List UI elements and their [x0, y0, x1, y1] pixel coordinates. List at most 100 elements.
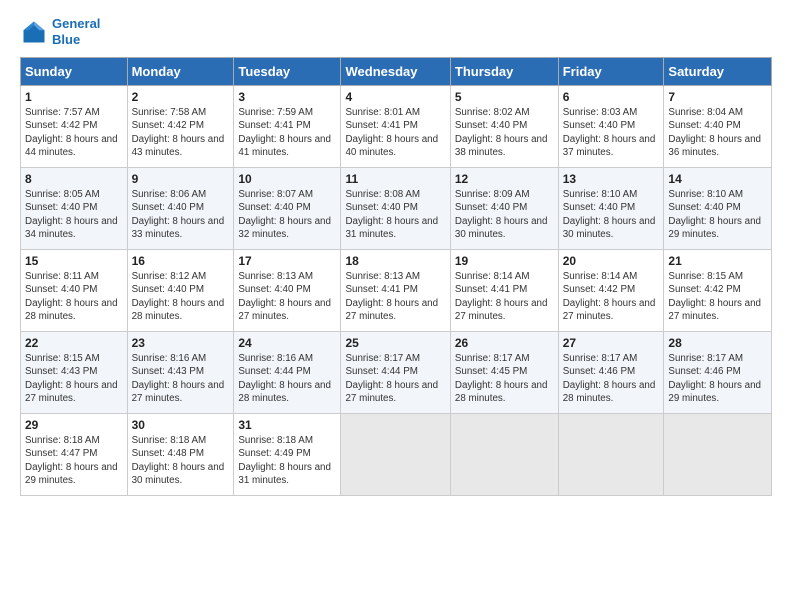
day-number: 26: [455, 336, 554, 350]
cell-info: Sunrise: 8:13 AMSunset: 4:41 PMDaylight:…: [345, 271, 438, 322]
calendar-cell: 11 Sunrise: 8:08 AMSunset: 4:40 PMDaylig…: [341, 168, 450, 250]
calendar-cell: 17 Sunrise: 8:13 AMSunset: 4:40 PMDaylig…: [234, 250, 341, 332]
calendar-cell: 27 Sunrise: 8:17 AMSunset: 4:46 PMDaylig…: [558, 332, 664, 414]
day-number: 2: [132, 90, 230, 104]
calendar-cell: 25 Sunrise: 8:17 AMSunset: 4:44 PMDaylig…: [341, 332, 450, 414]
day-number: 15: [25, 254, 123, 268]
calendar-cell: 3 Sunrise: 7:59 AMSunset: 4:41 PMDayligh…: [234, 86, 341, 168]
day-header: Monday: [127, 58, 234, 86]
day-header: Wednesday: [341, 58, 450, 86]
cell-info: Sunrise: 8:10 AMSunset: 4:40 PMDaylight:…: [668, 189, 761, 240]
calendar-cell: 23 Sunrise: 8:16 AMSunset: 4:43 PMDaylig…: [127, 332, 234, 414]
day-header: Sunday: [21, 58, 128, 86]
day-number: 14: [668, 172, 767, 186]
day-header: Friday: [558, 58, 664, 86]
page-container: General Blue SundayMondayTuesdayWednesda…: [0, 0, 792, 506]
logo-icon: [20, 18, 48, 46]
cell-info: Sunrise: 8:11 AMSunset: 4:40 PMDaylight:…: [25, 271, 118, 322]
cell-info: Sunrise: 8:17 AMSunset: 4:46 PMDaylight:…: [563, 353, 656, 404]
cell-info: Sunrise: 8:10 AMSunset: 4:40 PMDaylight:…: [563, 189, 656, 240]
cell-info: Sunrise: 8:03 AMSunset: 4:40 PMDaylight:…: [563, 107, 656, 158]
cell-info: Sunrise: 8:15 AMSunset: 4:43 PMDaylight:…: [25, 353, 118, 404]
calendar-cell: 22 Sunrise: 8:15 AMSunset: 4:43 PMDaylig…: [21, 332, 128, 414]
calendar-cell: 20 Sunrise: 8:14 AMSunset: 4:42 PMDaylig…: [558, 250, 664, 332]
calendar-cell: [558, 414, 664, 496]
cell-info: Sunrise: 8:18 AMSunset: 4:48 PMDaylight:…: [132, 435, 225, 486]
calendar-cell: 1 Sunrise: 7:57 AMSunset: 4:42 PMDayligh…: [21, 86, 128, 168]
day-number: 8: [25, 172, 123, 186]
day-header: Thursday: [450, 58, 558, 86]
header: General Blue: [20, 16, 772, 47]
cell-info: Sunrise: 7:59 AMSunset: 4:41 PMDaylight:…: [238, 107, 331, 158]
cell-info: Sunrise: 8:17 AMSunset: 4:46 PMDaylight:…: [668, 353, 761, 404]
calendar-cell: 26 Sunrise: 8:17 AMSunset: 4:45 PMDaylig…: [450, 332, 558, 414]
calendar-cell: 15 Sunrise: 8:11 AMSunset: 4:40 PMDaylig…: [21, 250, 128, 332]
day-number: 27: [563, 336, 660, 350]
cell-info: Sunrise: 8:16 AMSunset: 4:43 PMDaylight:…: [132, 353, 225, 404]
cell-info: Sunrise: 8:15 AMSunset: 4:42 PMDaylight:…: [668, 271, 761, 322]
logo-text: General Blue: [52, 16, 100, 47]
cell-info: Sunrise: 8:07 AMSunset: 4:40 PMDaylight:…: [238, 189, 331, 240]
calendar-cell: 24 Sunrise: 8:16 AMSunset: 4:44 PMDaylig…: [234, 332, 341, 414]
day-number: 10: [238, 172, 336, 186]
calendar-cell: 29 Sunrise: 8:18 AMSunset: 4:47 PMDaylig…: [21, 414, 128, 496]
calendar-cell: 31 Sunrise: 8:18 AMSunset: 4:49 PMDaylig…: [234, 414, 341, 496]
day-number: 13: [563, 172, 660, 186]
calendar-cell: 16 Sunrise: 8:12 AMSunset: 4:40 PMDaylig…: [127, 250, 234, 332]
calendar-cell: 13 Sunrise: 8:10 AMSunset: 4:40 PMDaylig…: [558, 168, 664, 250]
calendar-cell: 21 Sunrise: 8:15 AMSunset: 4:42 PMDaylig…: [664, 250, 772, 332]
cell-info: Sunrise: 8:05 AMSunset: 4:40 PMDaylight:…: [25, 189, 118, 240]
cell-info: Sunrise: 8:09 AMSunset: 4:40 PMDaylight:…: [455, 189, 548, 240]
logo: General Blue: [20, 16, 100, 47]
day-number: 1: [25, 90, 123, 104]
calendar-cell: 18 Sunrise: 8:13 AMSunset: 4:41 PMDaylig…: [341, 250, 450, 332]
cell-info: Sunrise: 8:17 AMSunset: 4:45 PMDaylight:…: [455, 353, 548, 404]
calendar-cell: 9 Sunrise: 8:06 AMSunset: 4:40 PMDayligh…: [127, 168, 234, 250]
day-number: 4: [345, 90, 445, 104]
day-number: 31: [238, 418, 336, 432]
calendar-cell: 19 Sunrise: 8:14 AMSunset: 4:41 PMDaylig…: [450, 250, 558, 332]
calendar-cell: 12 Sunrise: 8:09 AMSunset: 4:40 PMDaylig…: [450, 168, 558, 250]
cell-info: Sunrise: 8:12 AMSunset: 4:40 PMDaylight:…: [132, 271, 225, 322]
day-number: 18: [345, 254, 445, 268]
day-number: 7: [668, 90, 767, 104]
cell-info: Sunrise: 8:08 AMSunset: 4:40 PMDaylight:…: [345, 189, 438, 240]
cell-info: Sunrise: 8:17 AMSunset: 4:44 PMDaylight:…: [345, 353, 438, 404]
day-number: 12: [455, 172, 554, 186]
calendar-cell: [341, 414, 450, 496]
calendar-cell: 10 Sunrise: 8:07 AMSunset: 4:40 PMDaylig…: [234, 168, 341, 250]
day-number: 3: [238, 90, 336, 104]
day-number: 23: [132, 336, 230, 350]
cell-info: Sunrise: 7:57 AMSunset: 4:42 PMDaylight:…: [25, 107, 118, 158]
day-number: 11: [345, 172, 445, 186]
calendar-cell: 30 Sunrise: 8:18 AMSunset: 4:48 PMDaylig…: [127, 414, 234, 496]
calendar-cell: 7 Sunrise: 8:04 AMSunset: 4:40 PMDayligh…: [664, 86, 772, 168]
day-number: 28: [668, 336, 767, 350]
cell-info: Sunrise: 8:04 AMSunset: 4:40 PMDaylight:…: [668, 107, 761, 158]
calendar-cell: [450, 414, 558, 496]
calendar-cell: 14 Sunrise: 8:10 AMSunset: 4:40 PMDaylig…: [664, 168, 772, 250]
day-header: Tuesday: [234, 58, 341, 86]
day-number: 22: [25, 336, 123, 350]
cell-info: Sunrise: 8:14 AMSunset: 4:41 PMDaylight:…: [455, 271, 548, 322]
cell-info: Sunrise: 8:18 AMSunset: 4:49 PMDaylight:…: [238, 435, 331, 486]
cell-info: Sunrise: 8:02 AMSunset: 4:40 PMDaylight:…: [455, 107, 548, 158]
calendar-cell: 28 Sunrise: 8:17 AMSunset: 4:46 PMDaylig…: [664, 332, 772, 414]
day-number: 9: [132, 172, 230, 186]
cell-info: Sunrise: 7:58 AMSunset: 4:42 PMDaylight:…: [132, 107, 225, 158]
calendar-cell: 6 Sunrise: 8:03 AMSunset: 4:40 PMDayligh…: [558, 86, 664, 168]
calendar-cell: 8 Sunrise: 8:05 AMSunset: 4:40 PMDayligh…: [21, 168, 128, 250]
cell-info: Sunrise: 8:18 AMSunset: 4:47 PMDaylight:…: [25, 435, 118, 486]
day-number: 29: [25, 418, 123, 432]
cell-info: Sunrise: 8:13 AMSunset: 4:40 PMDaylight:…: [238, 271, 331, 322]
calendar-cell: 4 Sunrise: 8:01 AMSunset: 4:41 PMDayligh…: [341, 86, 450, 168]
day-number: 5: [455, 90, 554, 104]
day-number: 16: [132, 254, 230, 268]
day-number: 6: [563, 90, 660, 104]
cell-info: Sunrise: 8:14 AMSunset: 4:42 PMDaylight:…: [563, 271, 656, 322]
day-number: 30: [132, 418, 230, 432]
day-number: 19: [455, 254, 554, 268]
day-number: 24: [238, 336, 336, 350]
calendar-cell: 5 Sunrise: 8:02 AMSunset: 4:40 PMDayligh…: [450, 86, 558, 168]
cell-info: Sunrise: 8:16 AMSunset: 4:44 PMDaylight:…: [238, 353, 331, 404]
